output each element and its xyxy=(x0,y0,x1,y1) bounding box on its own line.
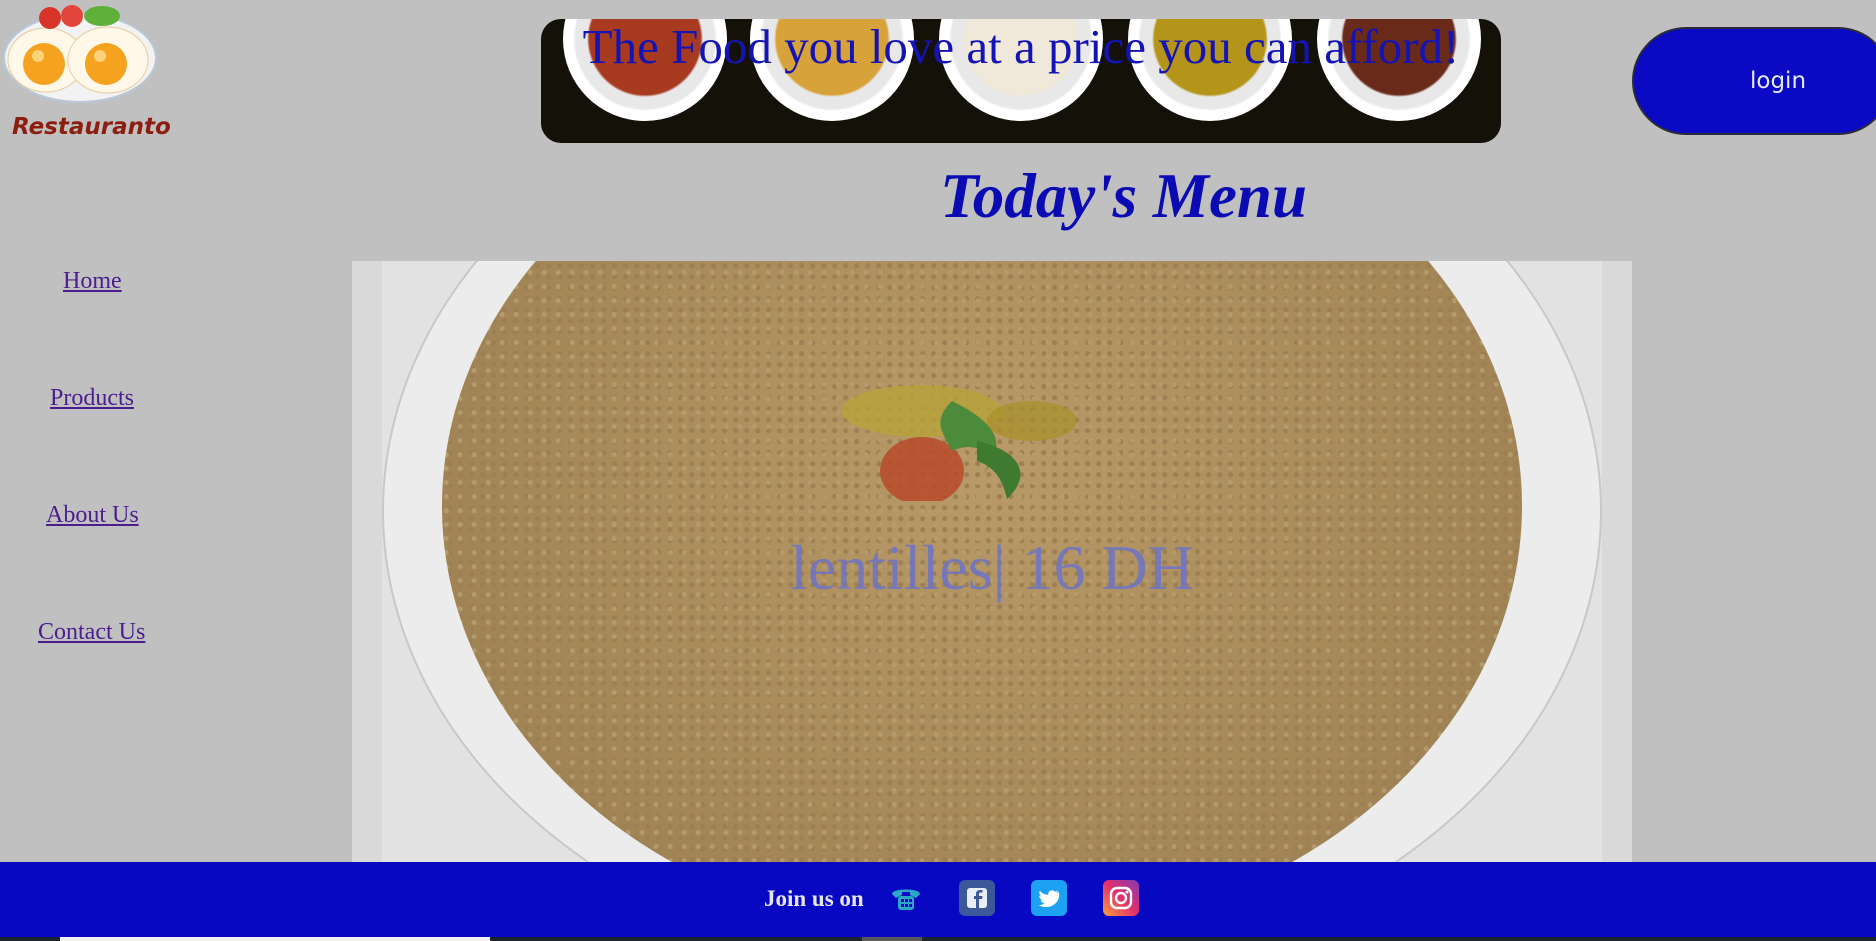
login-button[interactable]: login xyxy=(1632,27,1876,135)
nav-link-home[interactable]: Home xyxy=(63,268,122,295)
brand-name: Restauranto xyxy=(12,114,171,140)
instagram-icon[interactable] xyxy=(1103,880,1139,916)
horizontal-scrollbar[interactable] xyxy=(60,937,490,941)
logo[interactable]: Restauranto xyxy=(0,0,171,150)
phone-icon[interactable] xyxy=(888,880,924,916)
fried-eggs-plate-icon xyxy=(3,5,157,103)
dish-caption: lentilles| 16 DH xyxy=(790,532,1194,603)
banner-tagline: The Food you love at a price you can aff… xyxy=(582,19,1460,74)
nav-link-about-us[interactable]: About Us xyxy=(46,502,139,529)
page-title: Today's Menu xyxy=(940,161,1307,231)
taskbar-indicator xyxy=(862,937,922,941)
footer: Join us on xyxy=(0,862,1876,941)
garnish-icon xyxy=(842,385,1077,501)
twitter-icon[interactable] xyxy=(1031,880,1067,916)
dish-image: lentilles| 16 DH xyxy=(382,261,1602,863)
browser-bottom-bar xyxy=(0,937,1876,941)
nav-link-contact-us[interactable]: Contact Us xyxy=(38,619,145,646)
join-us-label: Join us on xyxy=(764,886,864,911)
hero-banner: The Food you love at a price you can aff… xyxy=(541,19,1501,143)
facebook-icon[interactable] xyxy=(959,880,995,916)
nav-link-products[interactable]: Products xyxy=(50,385,134,412)
dish-card: lentilles| 16 DH xyxy=(352,261,1632,863)
